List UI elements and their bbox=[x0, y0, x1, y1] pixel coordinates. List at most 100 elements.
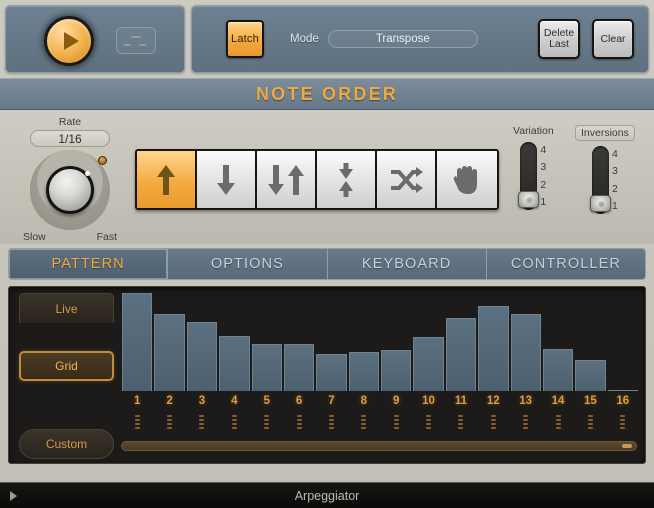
velocity-bar[interactable] bbox=[478, 305, 509, 391]
variation-slider[interactable] bbox=[518, 142, 540, 210]
step-dot-icon bbox=[458, 427, 464, 429]
tab-pattern[interactable]: PATTERN bbox=[9, 249, 169, 279]
step-number: 13 bbox=[519, 395, 533, 407]
arrow-down-icon bbox=[217, 164, 235, 195]
inversions-tick-4: 4 bbox=[612, 148, 618, 160]
step-dot-icon bbox=[426, 423, 432, 425]
tab-label: OPTIONS bbox=[210, 256, 284, 272]
step-dot-cell[interactable] bbox=[510, 415, 542, 439]
velocity-bar[interactable] bbox=[445, 318, 477, 391]
step-dot-icon bbox=[490, 427, 496, 429]
velocity-bar[interactable] bbox=[251, 343, 282, 391]
step-dot-icon bbox=[134, 427, 140, 429]
direction-random-button[interactable] bbox=[377, 151, 437, 208]
step-dot-icon bbox=[328, 427, 334, 429]
note-order-panel: Rate 1/16 Slow Fast Variation 4 3 2 1 In… bbox=[0, 111, 654, 244]
step-dot-icon bbox=[134, 423, 140, 425]
step-dot-icon bbox=[555, 419, 561, 421]
inversions-label[interactable]: Inversions bbox=[575, 125, 635, 141]
inversions-tick-1: 1 bbox=[612, 199, 618, 212]
direction-up-button[interactable] bbox=[137, 151, 197, 208]
tab-label: PATTERN bbox=[51, 256, 125, 272]
velocity-bar[interactable] bbox=[348, 351, 379, 391]
step-dot-icon bbox=[587, 423, 593, 425]
step-dot-icon bbox=[523, 415, 529, 417]
step-dot-icon bbox=[199, 423, 205, 425]
step-dot-cell[interactable] bbox=[283, 415, 315, 439]
variation-slider-thumb[interactable] bbox=[518, 191, 540, 208]
step-dot-cell[interactable] bbox=[121, 415, 153, 439]
rate-value: 1/16 bbox=[58, 131, 82, 146]
step-dot-cell[interactable] bbox=[574, 415, 606, 439]
step-dot-icon bbox=[264, 427, 270, 429]
step-dot-cell[interactable] bbox=[412, 415, 444, 439]
step-dot-cell[interactable] bbox=[348, 415, 380, 439]
tab-bar: PATTERN OPTIONS KEYBOARD CONTROLLER bbox=[0, 248, 654, 282]
midi-activity-icon[interactable] bbox=[116, 27, 156, 54]
step-dot-icon bbox=[199, 419, 205, 421]
step-dot-icon bbox=[361, 427, 367, 429]
step-dot-cell[interactable] bbox=[251, 415, 283, 439]
velocity-bar-chart[interactable] bbox=[121, 293, 639, 391]
step-dot-cell[interactable] bbox=[607, 415, 639, 439]
play-button[interactable] bbox=[44, 16, 94, 66]
arrow-down-up-icon bbox=[268, 164, 304, 195]
velocity-bar[interactable] bbox=[510, 313, 541, 391]
play-triangle-small-icon[interactable] bbox=[10, 490, 17, 501]
step-dot-cell[interactable] bbox=[153, 415, 185, 439]
pattern-mode-grid-button[interactable]: Grid bbox=[19, 351, 114, 381]
tab-options[interactable]: OPTIONS bbox=[168, 249, 328, 279]
step-dot-cell[interactable] bbox=[477, 415, 509, 439]
step-number: 15 bbox=[584, 395, 597, 407]
inversions-slider[interactable] bbox=[590, 146, 611, 214]
step-dot-cell[interactable] bbox=[218, 415, 250, 439]
pattern-scrollbar-grip[interactable] bbox=[622, 444, 632, 448]
inversions-control: Inversions 4 3 2 1 bbox=[575, 125, 635, 214]
direction-as-played-button[interactable] bbox=[437, 151, 497, 208]
step-dot-cell[interactable] bbox=[445, 415, 477, 439]
rate-value-field[interactable]: 1/16 bbox=[30, 130, 110, 147]
step-dot-cell[interactable] bbox=[542, 415, 574, 439]
step-number: 10 bbox=[422, 395, 435, 407]
velocity-bar[interactable] bbox=[316, 353, 347, 391]
pattern-mode-custom-button[interactable]: Custom bbox=[19, 429, 114, 459]
step-number: 3 bbox=[198, 395, 206, 407]
pattern-mode-grid-label: Grid bbox=[55, 359, 78, 373]
step-dot-icon bbox=[231, 419, 237, 421]
rate-control: Rate 1/16 Slow Fast bbox=[18, 116, 122, 243]
tab-controller[interactable]: CONTROLLER bbox=[486, 249, 645, 279]
velocity-bar[interactable] bbox=[381, 349, 412, 391]
velocity-bar[interactable] bbox=[122, 293, 153, 391]
velocity-bar[interactable] bbox=[219, 336, 250, 391]
transport-row: Latch Mode Transpose Delete Last Clear bbox=[0, 0, 654, 78]
step-dot-icon bbox=[296, 427, 302, 429]
step-dot-cell[interactable] bbox=[186, 415, 218, 439]
velocity-bar[interactable] bbox=[413, 337, 444, 391]
direction-down-button[interactable] bbox=[197, 151, 257, 208]
step-dot-icon bbox=[620, 427, 626, 429]
delete-last-button[interactable]: Delete Last bbox=[538, 19, 580, 59]
velocity-bar[interactable] bbox=[154, 313, 185, 391]
clear-button[interactable]: Clear bbox=[592, 19, 634, 59]
pattern-scrollbar[interactable] bbox=[121, 441, 637, 451]
latch-button[interactable]: Latch bbox=[226, 20, 264, 58]
inversions-tick-3: 3 bbox=[612, 165, 618, 178]
knob-max-label: Fast bbox=[96, 231, 117, 243]
tab-keyboard[interactable]: KEYBOARD bbox=[327, 249, 487, 279]
step-number: 7 bbox=[328, 395, 335, 407]
rate-knob[interactable] bbox=[30, 150, 110, 230]
mode-select[interactable]: Transpose bbox=[327, 30, 478, 48]
velocity-bar[interactable] bbox=[575, 359, 606, 391]
velocity-bar[interactable] bbox=[607, 390, 638, 391]
step-dot-icon bbox=[264, 419, 270, 421]
pattern-mode-live-button[interactable]: Live bbox=[19, 293, 114, 323]
step-dot-cell[interactable] bbox=[380, 415, 412, 439]
knob-range-labels: Slow Fast bbox=[18, 230, 122, 243]
step-dot-cell[interactable] bbox=[315, 415, 347, 439]
velocity-bar[interactable] bbox=[186, 322, 218, 391]
direction-down-up-button[interactable] bbox=[257, 151, 317, 208]
inversions-slider-thumb[interactable] bbox=[590, 195, 611, 212]
velocity-bar[interactable] bbox=[542, 348, 574, 391]
direction-up-down-button[interactable] bbox=[317, 151, 377, 208]
velocity-bar[interactable] bbox=[283, 343, 315, 391]
